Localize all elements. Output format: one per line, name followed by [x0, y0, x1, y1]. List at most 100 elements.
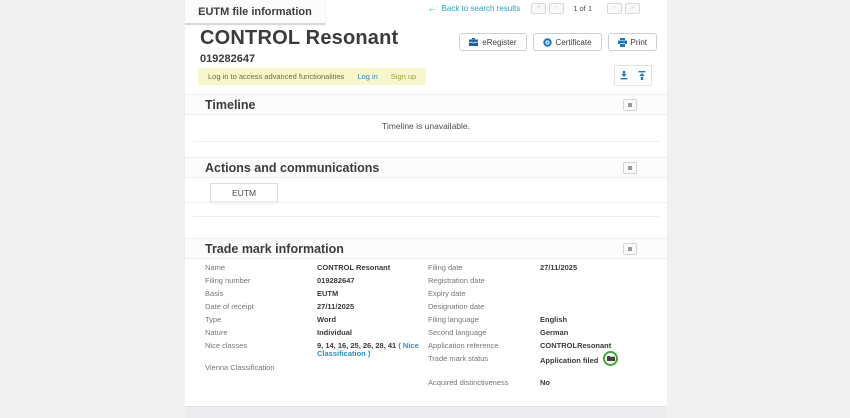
- field-value: 27/11/2025: [540, 264, 577, 272]
- actions-tab-eutm[interactable]: EUTM: [210, 183, 278, 202]
- printer-icon: [618, 38, 627, 47]
- back-arrow-icon: ←: [428, 4, 437, 13]
- pagination-label: 1 of 1: [573, 4, 592, 13]
- field-label: Filing language: [428, 316, 540, 324]
- tab-underline: [185, 202, 667, 203]
- field-row-nature: Nature Individual: [205, 329, 427, 337]
- pagination-prev-button[interactable]: ‹: [549, 3, 564, 14]
- sign-up-link[interactable]: Sign up: [391, 72, 416, 81]
- content-panel: EUTM file information ← Back to search r…: [185, 0, 667, 418]
- field-label: Expiry date: [428, 290, 540, 298]
- pagination-first-button[interactable]: «: [531, 3, 546, 14]
- trademark-fields-right-column: Filing date 27/11/2025 Registration date…: [428, 264, 660, 392]
- field-row-expiry-date: Expiry date: [428, 290, 660, 298]
- field-value: EUTM: [317, 290, 338, 298]
- folder-icon: [607, 355, 615, 363]
- field-value: Application filed: [540, 355, 618, 366]
- trademark-section-header: Trade mark information: [185, 238, 667, 259]
- timeline-empty-message: Timeline is unavailable.: [185, 121, 667, 131]
- field-value: CONTROL Resonant: [317, 264, 390, 272]
- field-row-registration-date: Registration date: [428, 277, 660, 285]
- field-row-trade-mark-status: Trade mark status Application filed: [428, 355, 660, 366]
- collapse-icon: [628, 166, 632, 170]
- arrow-up-to-bar-icon: [638, 67, 646, 85]
- trademark-fields-left-column: Name CONTROL Resonant Filing number 0192…: [205, 264, 427, 377]
- eregister-button-label: eRegister: [482, 38, 516, 47]
- field-row-basis: Basis EUTM: [205, 290, 427, 298]
- log-in-link[interactable]: Log in: [357, 72, 377, 81]
- field-value: 019282647: [317, 277, 355, 285]
- field-label: Name: [205, 264, 317, 272]
- field-value: 27/11/2025: [317, 303, 354, 311]
- field-row-filing-number: Filing number 019282647: [205, 277, 427, 285]
- arrow-down-to-bar-icon: [620, 67, 628, 85]
- field-value: English: [540, 316, 567, 324]
- field-row-name: Name CONTROL Resonant: [205, 264, 427, 272]
- timeline-collapse-button[interactable]: [623, 99, 637, 111]
- trademark-section-title: Trade mark information: [205, 242, 344, 256]
- field-label: Registration date: [428, 277, 540, 285]
- certificate-button[interactable]: Certificate: [533, 33, 602, 51]
- pagination-prev-group: « ‹: [531, 3, 564, 14]
- bottom-section-band: [185, 406, 667, 418]
- field-row-vienna-classification: Vienna Classification: [205, 364, 427, 372]
- field-label: Application reference: [428, 342, 540, 350]
- back-and-pagination-row: ← Back to search results « ‹ 1 of 1 › »: [428, 2, 640, 15]
- field-label: Vienna Classification: [205, 364, 317, 372]
- actions-section-title: Actions and communications: [205, 161, 379, 175]
- pagination-next-button[interactable]: ›: [607, 3, 622, 14]
- field-value: No: [540, 379, 550, 387]
- actions-collapse-button[interactable]: [623, 162, 637, 174]
- collapse-all-button[interactable]: [617, 69, 631, 83]
- field-label: Date of receipt: [205, 303, 317, 311]
- field-value: Word: [317, 316, 336, 324]
- status-badge: [603, 351, 618, 366]
- actions-section-header: Actions and communications: [185, 157, 667, 178]
- expand-collapse-all-box: [614, 65, 652, 86]
- pagination-next-group: › »: [607, 3, 640, 14]
- expand-all-button[interactable]: [635, 69, 649, 83]
- timeline-section-header: Timeline: [185, 94, 667, 115]
- trademark-collapse-button[interactable]: [623, 243, 637, 255]
- status-text: Application filed: [540, 357, 598, 365]
- field-row-filing-date: Filing date 27/11/2025: [428, 264, 660, 272]
- field-label: Designation date: [428, 303, 540, 311]
- field-label: Filing date: [428, 264, 540, 272]
- certificate-button-label: Certificate: [556, 38, 592, 47]
- login-banner: Log in to access advanced functionalitie…: [198, 68, 426, 85]
- print-button-label: Print: [631, 38, 647, 47]
- divider: [193, 216, 659, 217]
- field-label: Type: [205, 316, 317, 324]
- actions-tab-eutm-label: EUTM: [232, 188, 256, 198]
- tab-eutm-file-information[interactable]: EUTM file information: [185, 0, 325, 25]
- print-button[interactable]: Print: [608, 33, 657, 51]
- filing-number-heading: 019282647: [200, 53, 255, 65]
- field-row-date-of-receipt: Date of receipt 27/11/2025: [205, 303, 427, 311]
- login-banner-message: Log in to access advanced functionalitie…: [208, 72, 344, 81]
- pagination-last-button[interactable]: »: [625, 3, 640, 14]
- field-row-nice-classes: Nice classes 9, 14, 16, 25, 26, 28, 41 (…: [205, 342, 427, 358]
- field-label: Second language: [428, 329, 540, 337]
- collapse-icon: [628, 103, 632, 107]
- field-row-second-language: Second language German: [428, 329, 660, 337]
- field-label: Basis: [205, 290, 317, 298]
- action-buttons-row: eRegister Certificate Print: [459, 33, 657, 51]
- field-label: Acquired distinctiveness: [428, 379, 540, 387]
- field-label: Trade mark status: [428, 355, 540, 363]
- eregister-button[interactable]: eRegister: [459, 33, 526, 51]
- briefcase-icon: [469, 38, 478, 46]
- field-row-type: Type Word: [205, 316, 427, 324]
- field-value: 9, 14, 16, 25, 26, 28, 41 ( Nice Classif…: [317, 342, 425, 358]
- field-value: German: [540, 329, 568, 337]
- field-row-designation-date: Designation date: [428, 303, 660, 311]
- field-label: Nature: [205, 329, 317, 337]
- field-value: CONTROLResonant: [540, 342, 611, 350]
- field-row-application-reference: Application reference CONTROLResonant: [428, 342, 660, 350]
- field-row-filing-language: Filing language English: [428, 316, 660, 324]
- divider: [193, 141, 659, 142]
- field-label: Filing number: [205, 277, 317, 285]
- back-to-search-link[interactable]: Back to search results: [442, 4, 521, 13]
- field-label: Nice classes: [205, 342, 317, 350]
- collapse-icon: [628, 247, 632, 251]
- page-title: CONTROL Resonant: [200, 27, 398, 50]
